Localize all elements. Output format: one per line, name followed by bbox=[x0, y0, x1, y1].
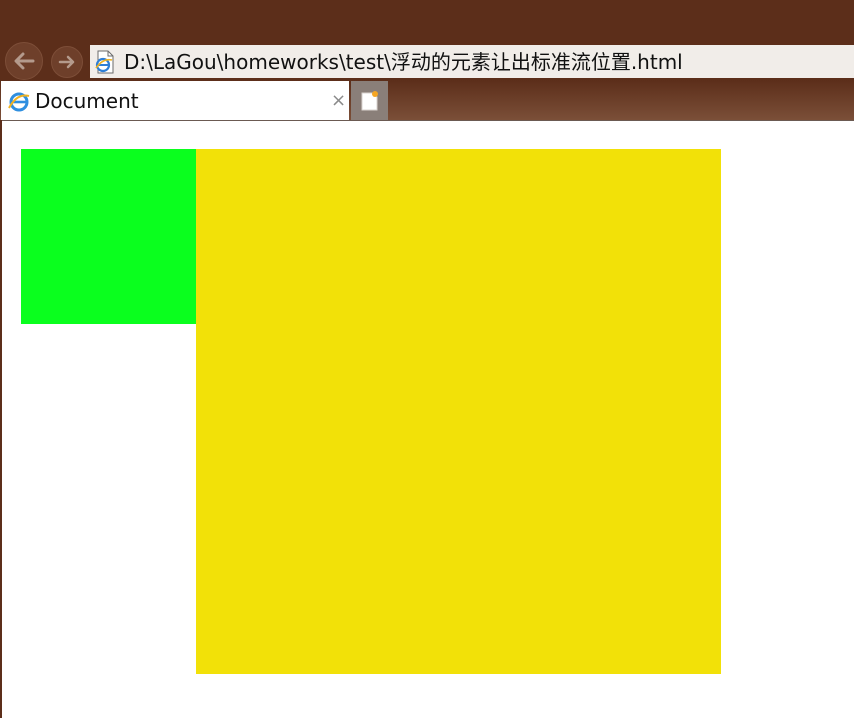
forward-button[interactable] bbox=[51, 46, 83, 78]
yellow-box bbox=[196, 149, 721, 674]
browser-window: D:\LaGou\homeworks\test\浮动的元素让出标准流位置.htm… bbox=[0, 0, 854, 718]
back-arrow-icon bbox=[14, 52, 35, 70]
tab-document[interactable]: Document × bbox=[1, 81, 349, 120]
tab-close-button[interactable]: × bbox=[331, 89, 346, 113]
address-bar[interactable]: D:\LaGou\homeworks\test\浮动的元素让出标准流位置.htm… bbox=[90, 45, 854, 78]
ie-page-icon bbox=[95, 50, 114, 74]
page-viewport bbox=[2, 121, 854, 718]
back-button[interactable] bbox=[5, 42, 43, 80]
new-tab-icon bbox=[361, 91, 378, 111]
floated-green-box bbox=[21, 149, 196, 324]
tab-title: Document bbox=[35, 89, 139, 113]
address-text[interactable]: D:\LaGou\homeworks\test\浮动的元素让出标准流位置.htm… bbox=[124, 50, 683, 74]
new-tab-button[interactable] bbox=[351, 81, 388, 120]
forward-arrow-icon bbox=[58, 55, 75, 69]
ie-logo-icon bbox=[8, 92, 30, 112]
